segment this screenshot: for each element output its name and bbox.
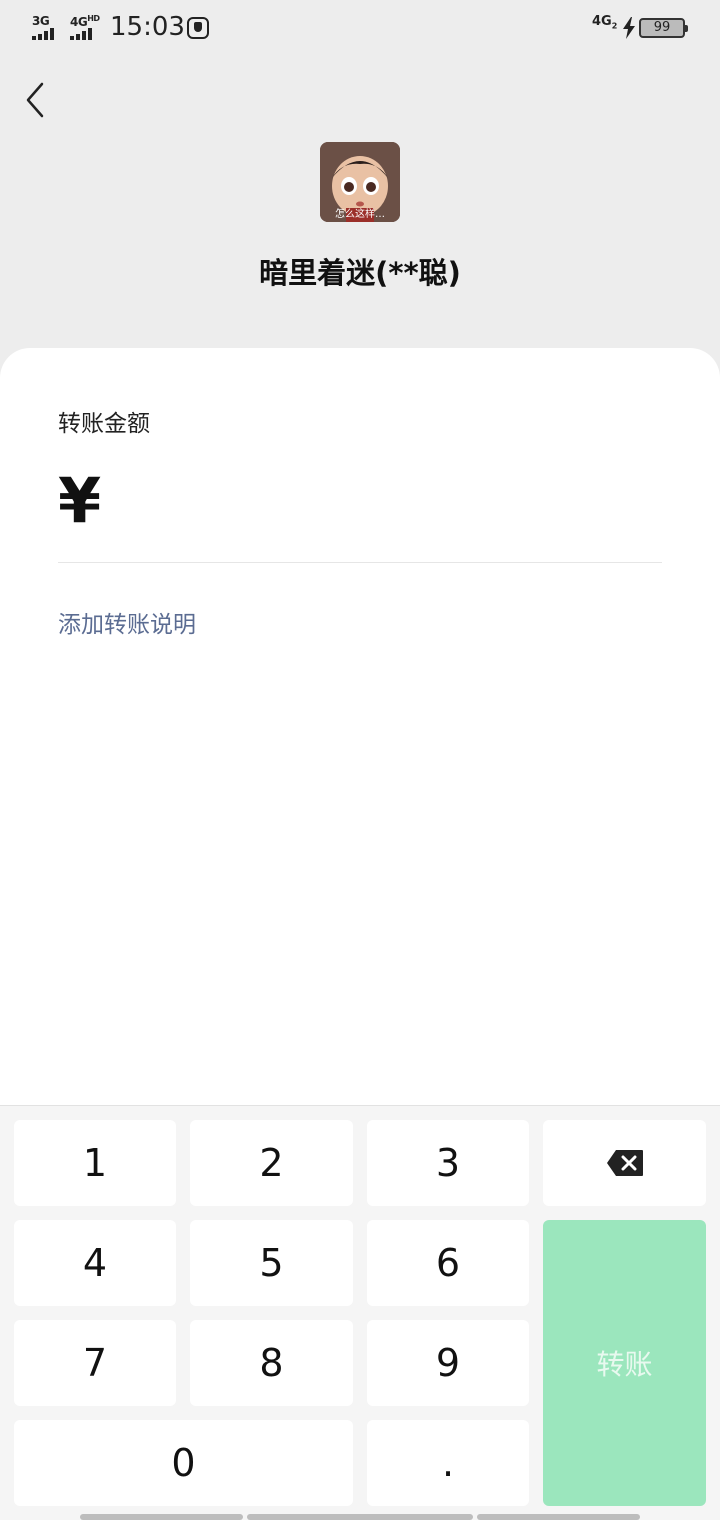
bolt-icon: [623, 17, 635, 39]
nav-indicator-right: [477, 1514, 640, 1520]
transfer-button[interactable]: 转账: [543, 1220, 706, 1506]
key-decimal[interactable]: .: [367, 1420, 529, 1506]
back-icon[interactable]: [20, 80, 52, 120]
clock: 15:03: [110, 12, 185, 42]
nav-indicator-left: [80, 1514, 243, 1520]
key-2[interactable]: 2: [190, 1120, 353, 1206]
hand-icon: [187, 17, 209, 39]
backspace-icon: [606, 1150, 643, 1176]
key-9[interactable]: 9: [367, 1320, 529, 1406]
nav-indicator-center: [247, 1514, 473, 1520]
key-6[interactable]: 6: [367, 1220, 529, 1306]
payee-avatar[interactable]: 怎么这样…: [320, 142, 400, 222]
battery-icon: 99: [639, 18, 688, 38]
key-1[interactable]: 1: [14, 1120, 176, 1206]
currency-symbol: ¥: [58, 464, 102, 537]
status-bar: 3G 4GHD 15:03 4G2 99: [0, 0, 720, 58]
key-7[interactable]: 7: [14, 1320, 176, 1406]
battery-level: 99: [653, 20, 671, 35]
avatar-caption: 怎么这样…: [335, 209, 385, 220]
key-4[interactable]: 4: [14, 1220, 176, 1306]
payee-name: 暗里着迷(**聪): [259, 256, 461, 290]
backspace-key[interactable]: [543, 1120, 706, 1206]
network-indicator: 4G2: [592, 14, 618, 31]
sim2-network-label: 4GHD: [70, 14, 100, 29]
add-note-link[interactable]: 添加转账说明: [58, 605, 196, 639]
amount-label: 转账金额: [58, 411, 150, 437]
key-0[interactable]: 0: [14, 1420, 353, 1506]
key-8[interactable]: 8: [190, 1320, 353, 1406]
sim1-network-label: 3G: [32, 14, 50, 28]
key-3[interactable]: 3: [367, 1120, 529, 1206]
amount-divider: [58, 562, 662, 563]
signal-bars-icon: [70, 28, 100, 40]
key-5[interactable]: 5: [190, 1220, 353, 1306]
signal-bars-icon: [32, 28, 62, 40]
